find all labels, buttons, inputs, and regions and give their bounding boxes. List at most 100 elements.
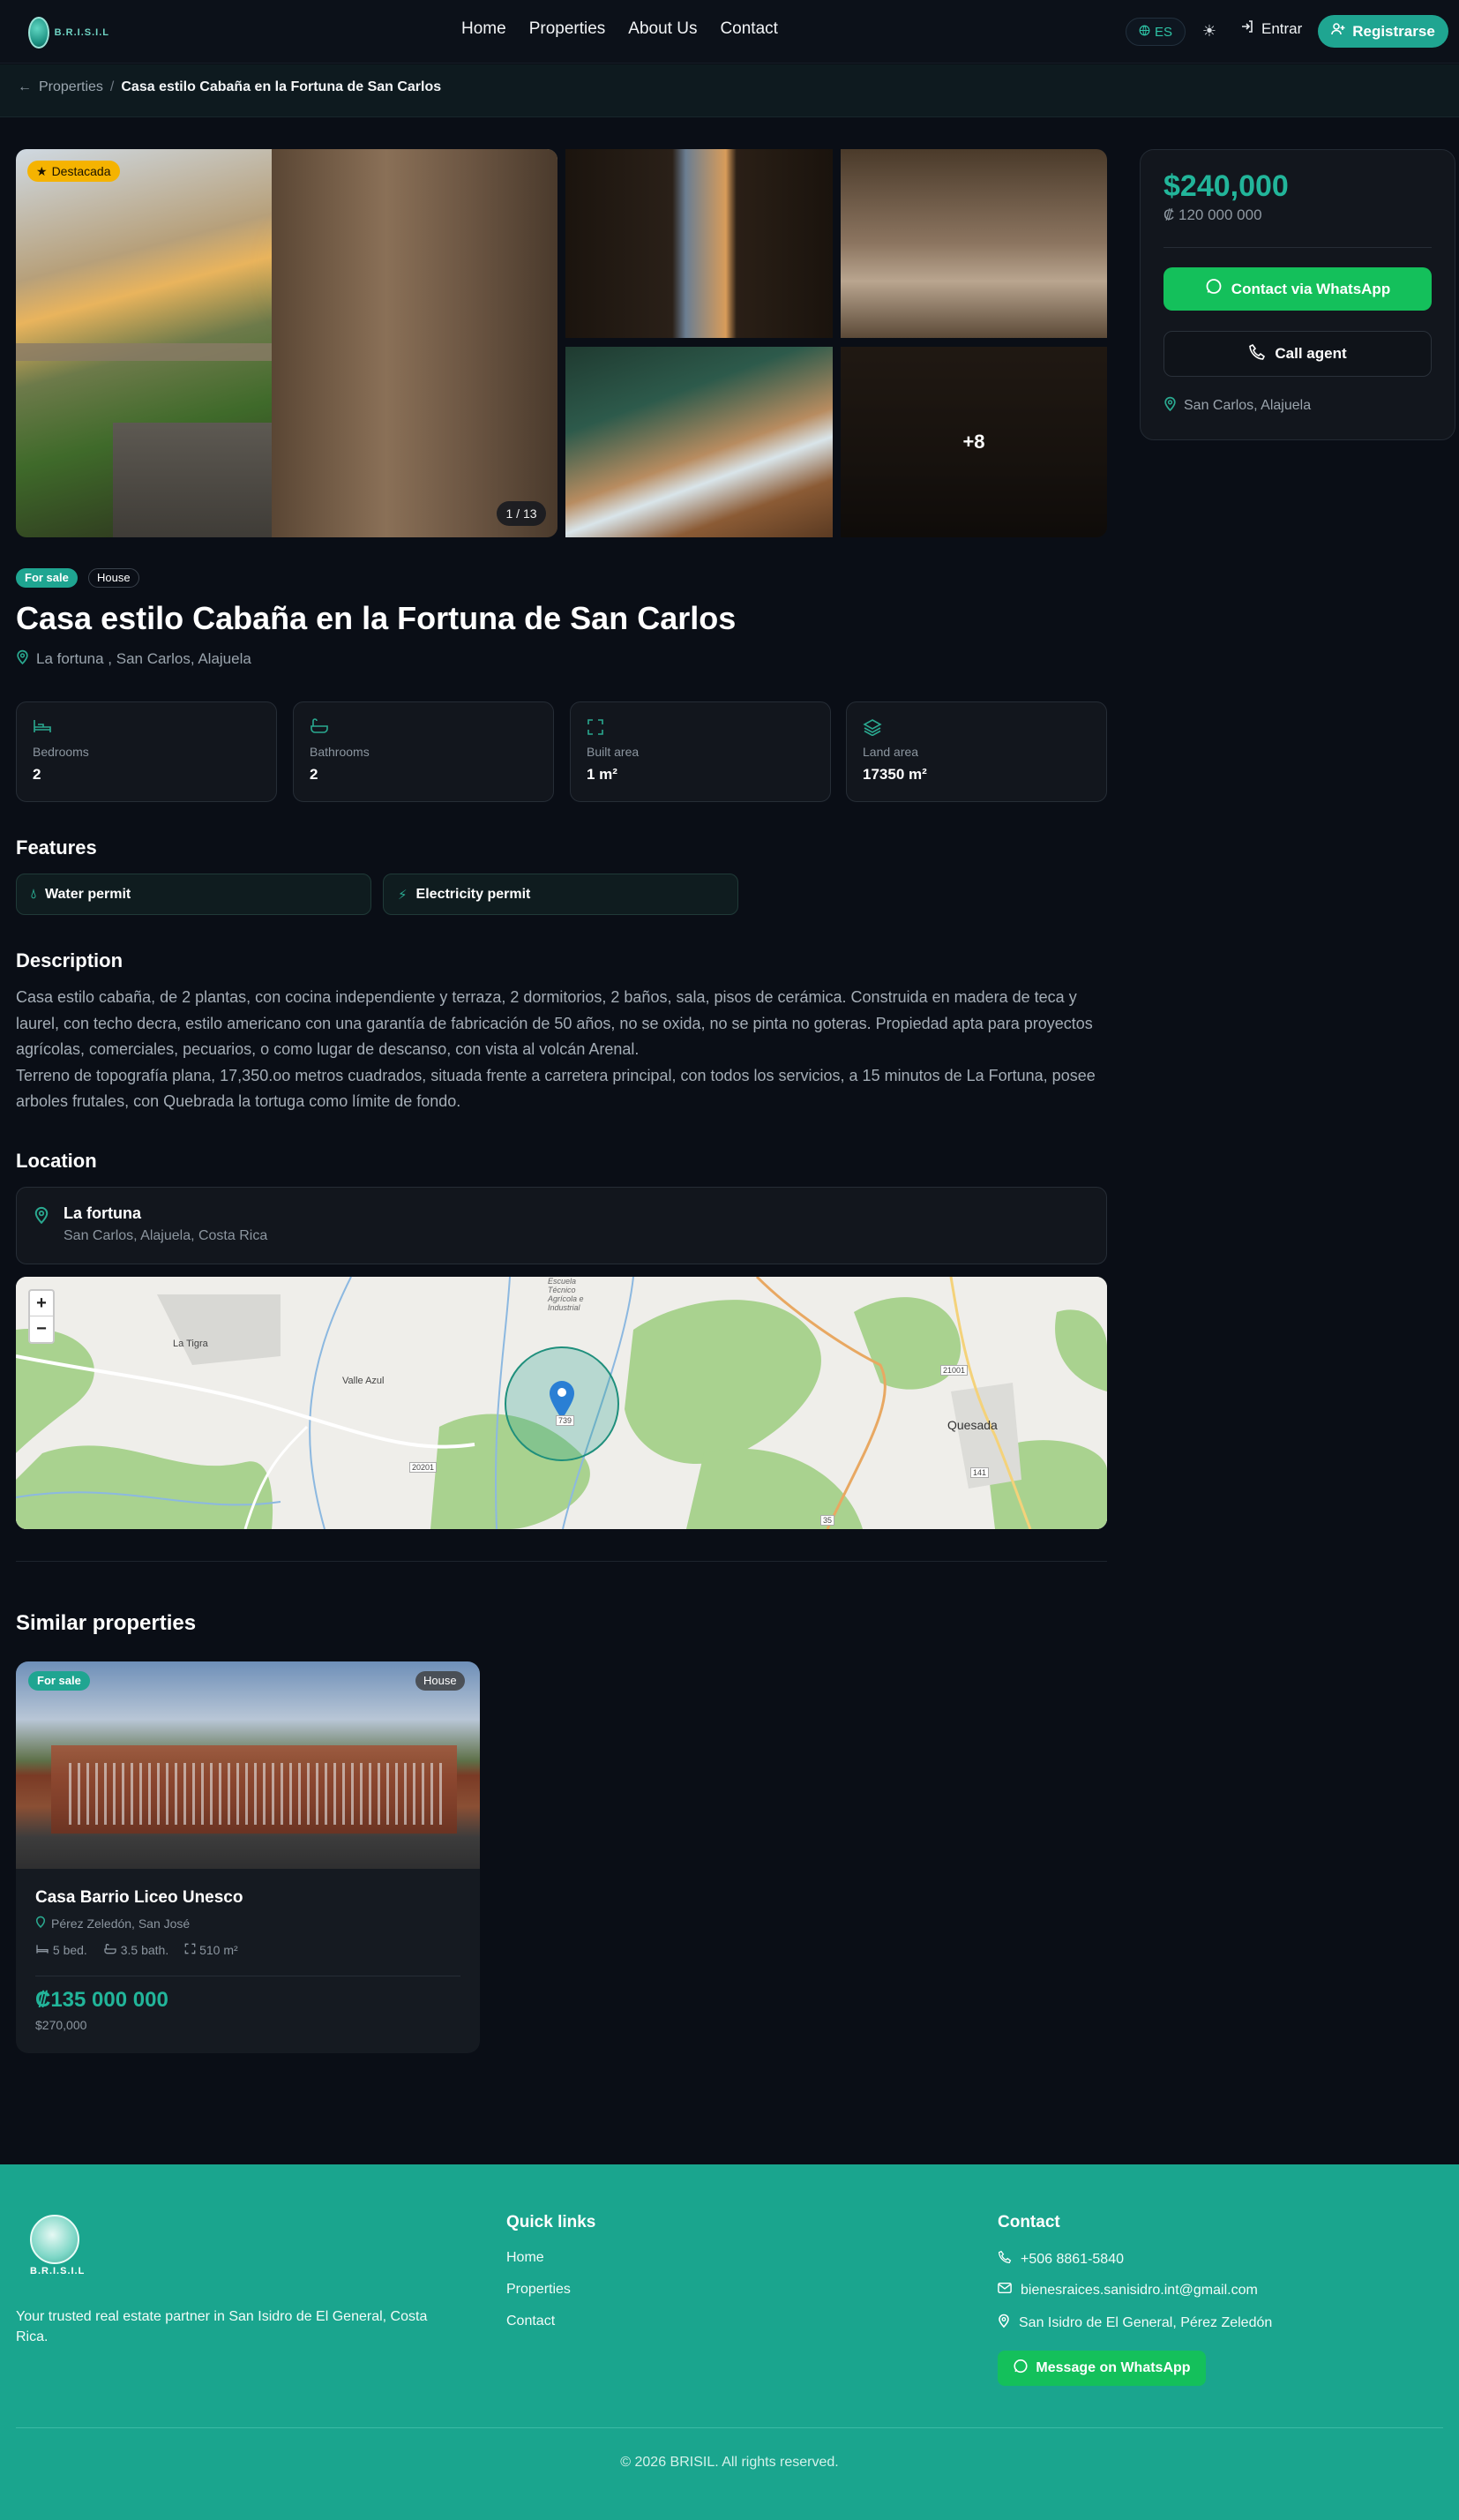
map-label: La Tigra — [173, 1339, 208, 1349]
copyright: © 2026 BRISIL. All rights reserved. — [620, 2455, 839, 2470]
location-sub: San Carlos, Alajuela, Costa Rica — [64, 1228, 268, 1243]
location-text: San Carlos, Alajuela — [1184, 398, 1312, 413]
footer-divider — [16, 2427, 1443, 2428]
card-baths: 3.5 bath. — [103, 1943, 168, 1957]
similar-heading: Similar properties — [16, 1611, 197, 1635]
zoom-out-button[interactable]: − — [30, 1316, 53, 1342]
call-agent-button[interactable]: Call agent — [1163, 331, 1432, 377]
stat-label: Built area — [587, 745, 640, 759]
stat-bedrooms: Bedrooms 2 — [16, 701, 277, 802]
bed-icon — [33, 718, 52, 739]
footer-whatsapp-label: Message on WhatsApp — [1036, 2360, 1191, 2375]
footer-email-text: bienesraices.sanisidro.int@gmail.com — [1021, 2282, 1258, 2298]
featured-label: Destacada — [51, 164, 111, 178]
arrow-left-icon[interactable]: ← — [18, 79, 32, 95]
register-label: Registrarse — [1352, 22, 1435, 40]
quick-links-heading: Quick links — [506, 2213, 596, 2231]
main-nav: Home Properties About Us Contact — [461, 19, 801, 39]
location-box — [16, 1187, 1107, 1264]
property-address: La fortuna , San Carlos, Alajuela — [16, 649, 251, 669]
contact-heading: Contact — [998, 2213, 1060, 2231]
location-heading: Location — [16, 1150, 97, 1172]
language-switcher[interactable]: ES — [1126, 18, 1186, 46]
card-price-crc: ₡135 000 000 — [35, 1988, 168, 2012]
login-label: Entrar — [1261, 19, 1303, 37]
stat-bathrooms: Bathrooms 2 — [293, 701, 554, 802]
featured-badge: ★ Destacada — [27, 161, 120, 182]
features-heading: Features — [16, 836, 97, 859]
footer-whatsapp-button[interactable]: Message on WhatsApp — [998, 2351, 1206, 2386]
nav-link-contact[interactable]: Contact — [720, 19, 777, 39]
footer-email[interactable]: bienesraices.sanisidro.int@gmail.com — [998, 2282, 1258, 2299]
gallery-photo-3[interactable] — [841, 149, 1107, 338]
call-label: Call agent — [1275, 345, 1347, 362]
register-button[interactable]: Registrarse — [1318, 15, 1448, 48]
nav-link-home[interactable]: Home — [461, 19, 506, 39]
footer-phone[interactable]: +506 8861-5840 — [998, 2250, 1124, 2269]
more-photos-overlay[interactable]: +8 — [841, 347, 1107, 537]
map-pin-icon — [34, 1206, 49, 1228]
map-pin-icon — [998, 2314, 1010, 2332]
section-divider — [16, 1561, 1107, 1562]
card-status-badge: For sale — [28, 1671, 90, 1691]
map-pin-icon — [35, 1916, 46, 1931]
user-plus-icon — [1331, 22, 1345, 41]
card-title[interactable]: Casa Barrio Liceo Unesco — [35, 1888, 243, 1908]
gallery-photo-2[interactable] — [565, 149, 833, 338]
description-paragraph-1: Casa estilo cabaña, de 2 plantas, con co… — [16, 988, 1093, 1058]
card-area: 510 m² — [184, 1943, 238, 1957]
card-price-usd: $270,000 — [35, 2018, 87, 2032]
description-heading: Description — [16, 949, 123, 971]
stat-label: Bathrooms — [310, 745, 370, 759]
price-card-location: San Carlos, Alajuela — [1163, 396, 1311, 416]
gallery-main-photo[interactable] — [16, 149, 557, 537]
gallery-photo-5[interactable]: +8 — [841, 347, 1107, 537]
bed-icon — [35, 1943, 49, 1957]
map-pin-icon — [1163, 396, 1177, 416]
stat-land-area: Land area 17350 m² — [846, 701, 1107, 802]
description-paragraph-2: Terreno de topografía plana, 17,350.oo m… — [16, 1066, 1096, 1111]
card-location-text: Pérez Zeledón, San José — [51, 1916, 191, 1931]
nav-link-about[interactable]: About Us — [628, 19, 697, 39]
bath-icon — [310, 718, 329, 739]
breadcrumb-current: Casa estilo Cabaña en la Fortuna de San … — [121, 79, 442, 94]
whatsapp-label: Contact via WhatsApp — [1231, 280, 1391, 297]
brand-logo[interactable]: B.R.I.S.I.L — [28, 16, 109, 49]
map-pin-icon — [16, 649, 29, 669]
breadcrumb-separator: / — [109, 79, 115, 94]
layers-icon — [863, 718, 882, 741]
mail-icon — [998, 2282, 1012, 2299]
stat-label: Land area — [863, 745, 919, 759]
map-label: 739 — [556, 1415, 575, 1426]
breadcrumb: ← Properties / Casa estilo Cabaña en la … — [18, 79, 441, 95]
map-label: 141 — [970, 1467, 990, 1478]
map-label: 35 — [820, 1515, 835, 1526]
card-type-badge: House — [415, 1671, 465, 1691]
map-label: 20201 — [409, 1462, 438, 1473]
breadcrumb-properties[interactable]: Properties — [39, 79, 103, 95]
property-title: Casa estilo Cabaña en la Fortuna de San … — [16, 600, 737, 636]
sun-icon[interactable]: ☀ — [1200, 21, 1219, 41]
logo-text: B.R.I.S.I.L — [54, 27, 109, 38]
zoom-in-button[interactable]: + — [30, 1291, 53, 1316]
stat-value: 2 — [310, 766, 318, 783]
photo-counter: 1 / 13 — [497, 501, 546, 526]
photo-rail — [16, 343, 281, 361]
whatsapp-icon — [1013, 2359, 1029, 2379]
login-button[interactable]: Entrar — [1240, 19, 1302, 38]
map-label: Escuela Técnico Agrícola e Industrial — [548, 1277, 584, 1312]
footer-link-home[interactable]: Home — [506, 2250, 544, 2266]
footer-address-text: San Isidro de El General, Pérez Zeledón — [1019, 2314, 1273, 2330]
map-label: Quesada — [947, 1418, 998, 1432]
footer-link-properties[interactable]: Properties — [506, 2282, 571, 2298]
location-map[interactable]: + − La Tigra Valle Azul Quesada Escuela … — [16, 1277, 1107, 1529]
gallery-photo-4[interactable] — [565, 347, 833, 537]
nav-link-properties[interactable]: Properties — [529, 19, 606, 39]
price-usd: $240,000 — [1163, 169, 1289, 203]
contact-whatsapp-button[interactable]: Contact via WhatsApp — [1163, 267, 1432, 311]
card-specs: 5 bed. 3.5 bath. 510 m² — [35, 1943, 238, 1957]
photo-fence — [69, 1763, 448, 1825]
footer-link-contact[interactable]: Contact — [506, 2314, 555, 2329]
card-location: Pérez Zeledón, San José — [35, 1916, 190, 1931]
map-zoom-controls: + − — [28, 1289, 55, 1344]
